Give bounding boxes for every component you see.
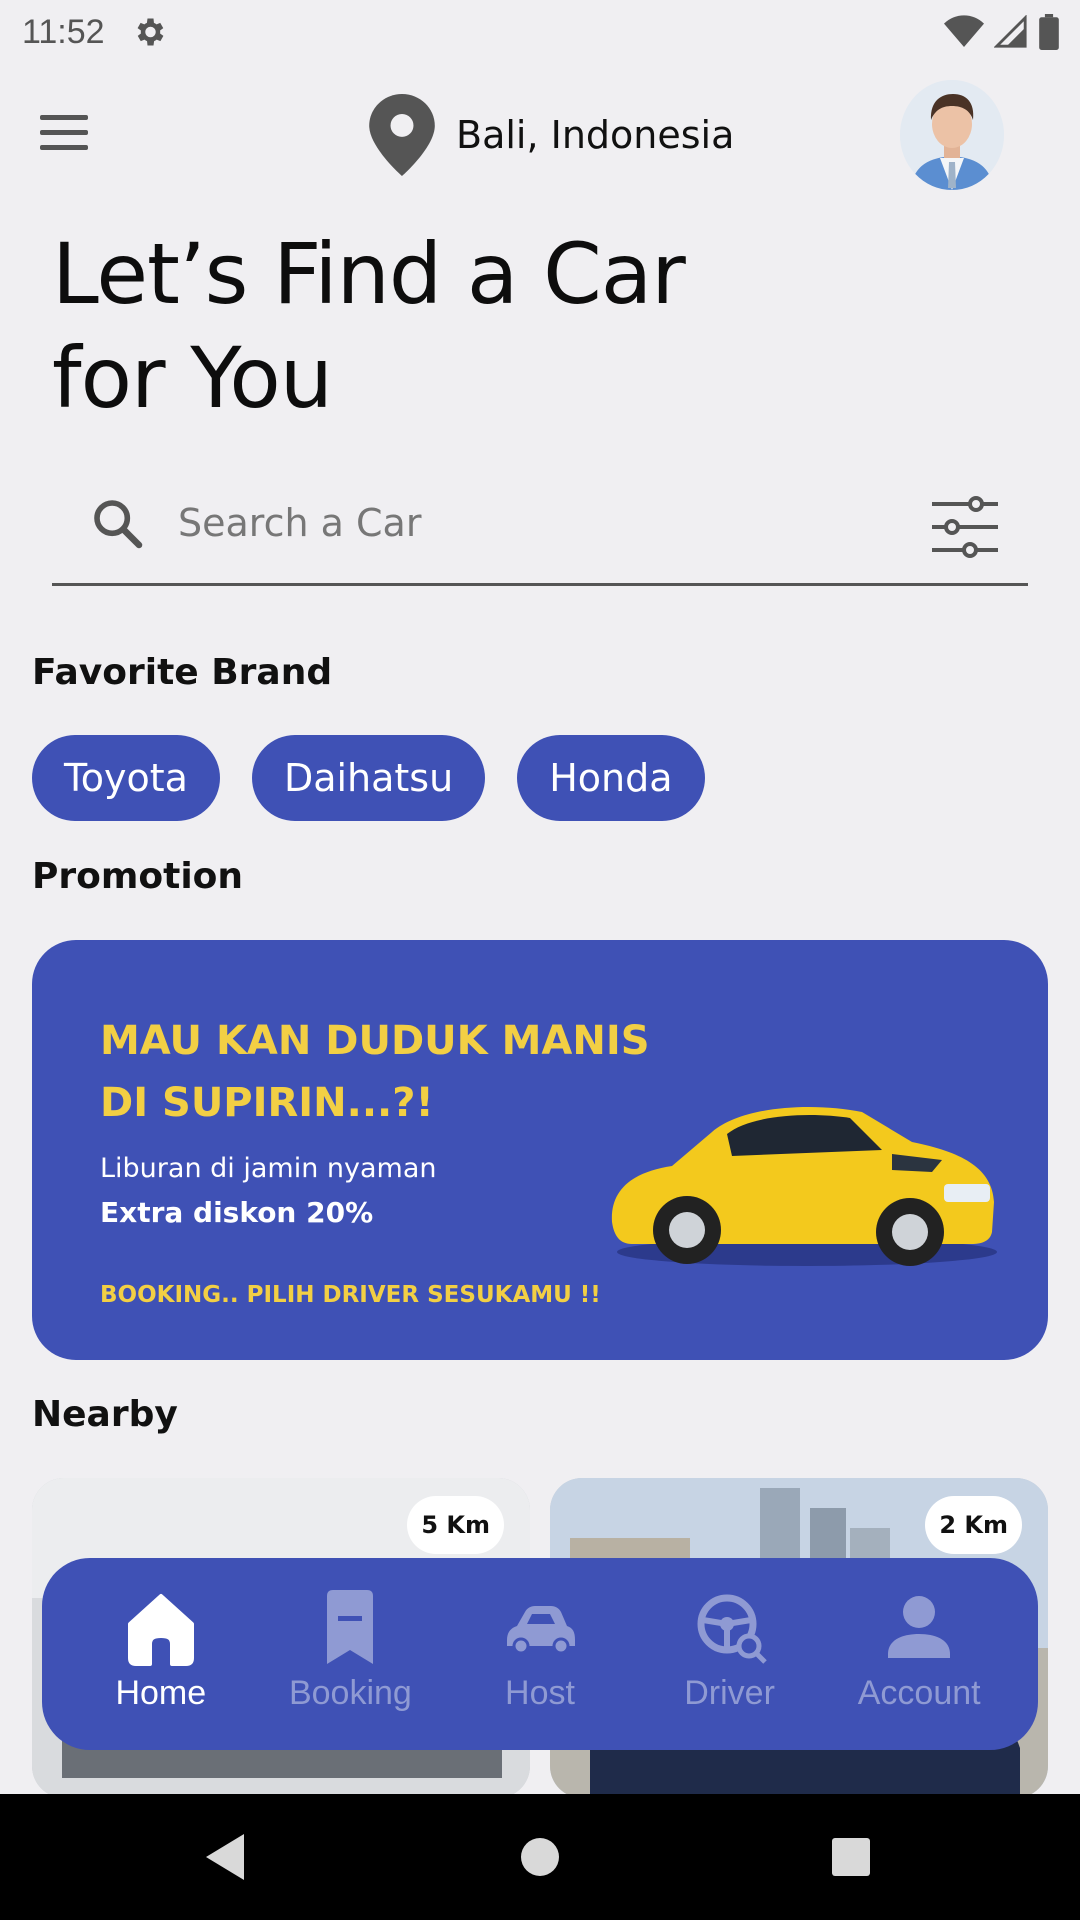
bookmark-icon bbox=[327, 1590, 374, 1664]
nav-item-booking[interactable]: Booking bbox=[256, 1558, 446, 1750]
promo-headline-line1: MAU KAN DUDUK MANIS bbox=[100, 1018, 650, 1064]
hamburger-line bbox=[40, 115, 88, 120]
signal-icon bbox=[994, 15, 1027, 48]
wifi-icon bbox=[944, 15, 984, 47]
brand-chip-honda[interactable]: Honda bbox=[517, 735, 705, 821]
yellow-car-image bbox=[611, 1106, 997, 1266]
system-navigation-bar bbox=[0, 1794, 1080, 1920]
home-circle-icon[interactable] bbox=[520, 1832, 560, 1882]
promo-subtitle: Liburan di jamin nyaman bbox=[100, 1153, 437, 1184]
back-icon[interactable] bbox=[204, 1832, 246, 1882]
status-bar: 11:52 bbox=[0, 0, 1080, 64]
nav-label-booking: Booking bbox=[288, 1674, 412, 1712]
distance-badge: 5 Km bbox=[407, 1496, 504, 1554]
filter-sliders-icon[interactable] bbox=[928, 492, 1002, 562]
nav-item-driver[interactable]: Driver bbox=[635, 1558, 825, 1750]
battery-icon bbox=[1039, 14, 1059, 50]
person-icon bbox=[888, 1596, 951, 1658]
search-icon bbox=[94, 500, 143, 549]
header: Bali, Indonesia bbox=[0, 80, 1080, 190]
hamburger-line bbox=[40, 145, 88, 150]
page-title-line2: for You bbox=[52, 329, 333, 427]
hamburger-line bbox=[40, 130, 88, 135]
nearby-heading: Nearby bbox=[32, 1394, 178, 1435]
page-title: Let’s Find a Car for You bbox=[52, 222, 852, 430]
distance-badge: 2 Km bbox=[925, 1496, 1022, 1554]
nav-item-home[interactable]: Home bbox=[66, 1558, 256, 1750]
search-input[interactable] bbox=[178, 488, 878, 558]
bottom-navigation: Home Booking Host Driver Account bbox=[42, 1558, 1038, 1750]
page-title-line1: Let’s Find a Car bbox=[52, 225, 686, 323]
nav-label-host: Host bbox=[505, 1674, 575, 1712]
location-selector[interactable]: Bali, Indonesia bbox=[368, 94, 734, 176]
brand-chip-toyota[interactable]: Toyota bbox=[32, 735, 220, 821]
recents-square-icon[interactable] bbox=[830, 1832, 872, 1882]
nav-item-host[interactable]: Host bbox=[445, 1558, 635, 1750]
promo-cta: BOOKING.. PILIH DRIVER SESUKAMU !! bbox=[100, 1282, 601, 1308]
user-photo bbox=[900, 80, 1004, 190]
brand-chip-daihatsu[interactable]: Daihatsu bbox=[251, 735, 486, 821]
location-pin-icon bbox=[369, 94, 435, 176]
steering-wheel-icon bbox=[697, 1594, 767, 1664]
promo-headline-line2: DI SUPIRIN...?! bbox=[100, 1080, 434, 1126]
home-icon bbox=[127, 1594, 194, 1666]
location-label: Bali, Indonesia bbox=[456, 113, 735, 157]
status-time: 11:52 bbox=[22, 12, 105, 51]
search-bar bbox=[52, 478, 1028, 586]
settings-gear-icon bbox=[137, 18, 163, 46]
nav-label-driver: Driver bbox=[684, 1674, 775, 1712]
avatar[interactable] bbox=[900, 80, 1004, 190]
nav-item-account[interactable]: Account bbox=[824, 1558, 1014, 1750]
promo-discount: Extra diskon 20% bbox=[100, 1196, 374, 1229]
favorite-brand-heading: Favorite Brand bbox=[32, 652, 333, 693]
nav-label-account: Account bbox=[857, 1674, 981, 1712]
promo-headline: MAU KAN DUDUK MANIS DI SUPIRIN...?! bbox=[100, 1010, 650, 1134]
brand-chip-list: Toyota Daihatsu Honda bbox=[32, 735, 705, 821]
promotion-banner[interactable]: MAU KAN DUDUK MANIS DI SUPIRIN...?! Libu… bbox=[32, 940, 1048, 1360]
nav-label-home: Home bbox=[115, 1674, 207, 1712]
car-icon bbox=[506, 1606, 575, 1655]
promotion-heading: Promotion bbox=[32, 856, 244, 897]
menu-button[interactable] bbox=[40, 115, 106, 159]
